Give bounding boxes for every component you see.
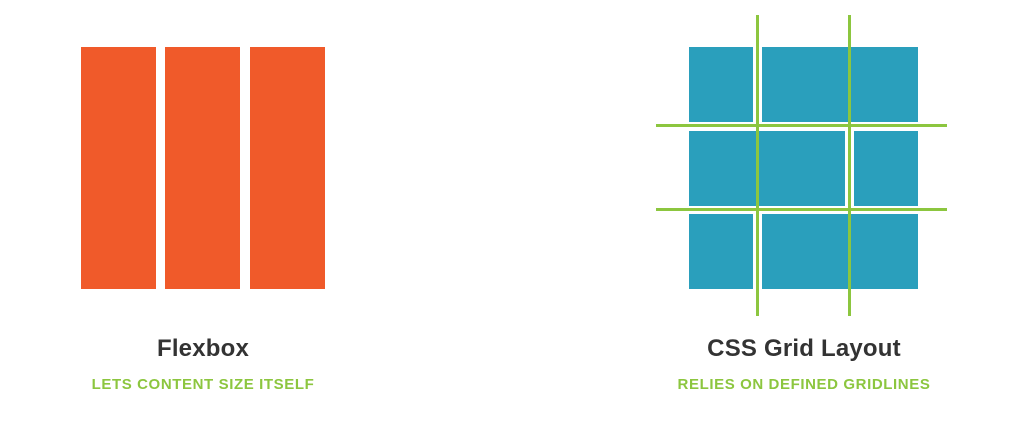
flexbox-title: Flexbox xyxy=(156,335,250,362)
grid-cell-r3c2 xyxy=(762,214,918,289)
grid-line-horizontal-1 xyxy=(656,124,947,127)
grid-cell-r3c1 xyxy=(689,214,753,289)
grid-line-vertical-2 xyxy=(848,15,851,316)
flex-column-2 xyxy=(165,47,240,289)
grid-title: CSS Grid Layout xyxy=(707,335,901,362)
grid-line-vertical-1 xyxy=(756,15,759,316)
grid-subtitle: RELIES ON DEFINED GRIDLINES xyxy=(677,376,931,393)
grid-cell-r1c1 xyxy=(689,47,753,122)
flexbox-subtitle: LETS CONTENT SIZE ITSELF xyxy=(91,376,315,393)
grid-cell-r2c1 xyxy=(689,131,845,206)
flex-column-1 xyxy=(81,47,156,289)
grid-line-horizontal-2 xyxy=(656,208,947,211)
grid-cell-r2c2 xyxy=(854,131,918,206)
grid-cell-r1c2 xyxy=(762,47,918,122)
flex-column-3 xyxy=(250,47,325,289)
